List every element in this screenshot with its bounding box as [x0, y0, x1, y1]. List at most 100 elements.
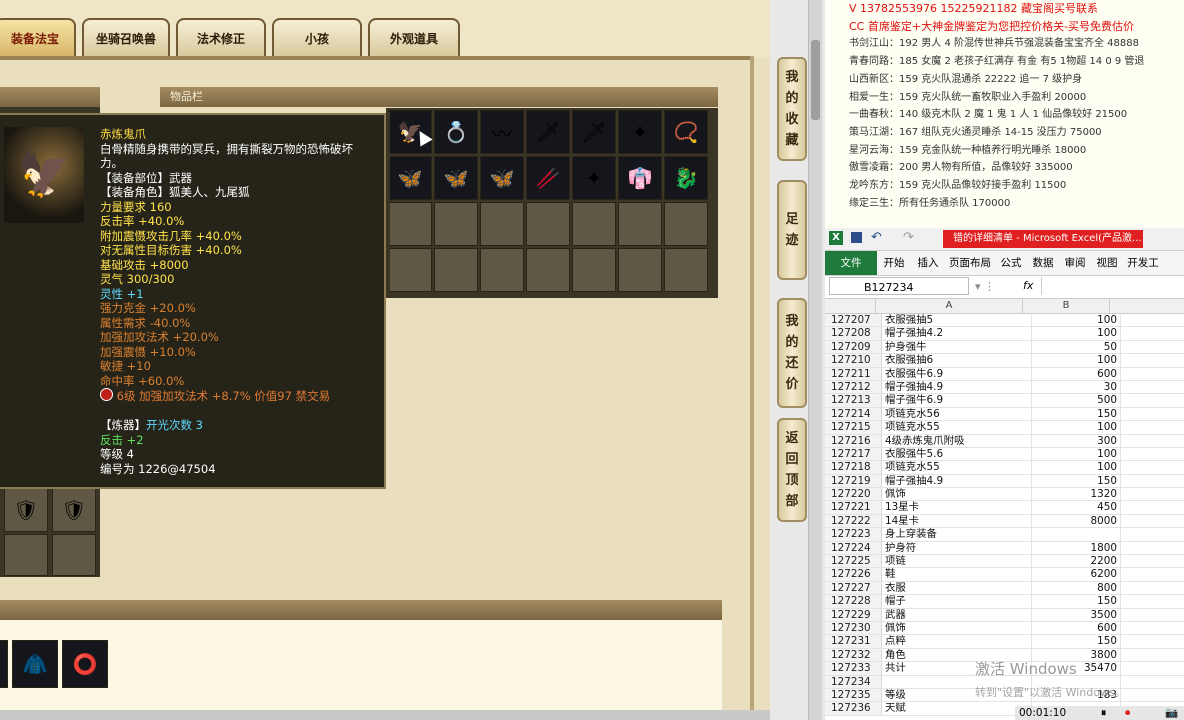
equip-slot[interactable] — [52, 534, 96, 576]
ribbon-tab[interactable]: 开发工 — [1123, 251, 1163, 275]
cell-b[interactable]: 150 — [1032, 474, 1121, 488]
cell-a[interactable]: 帽子 — [882, 595, 1032, 608]
cell-a[interactable]: 帽子强抽4.2 — [882, 327, 1032, 340]
table-row[interactable]: 127230 佩饰 600 — [825, 621, 1184, 636]
row-number[interactable]: 127234 — [825, 675, 882, 688]
save-icon[interactable] — [851, 232, 862, 243]
cell-a[interactable]: 项链克水55 — [882, 461, 1032, 474]
cell-b[interactable]: 600 — [1032, 621, 1121, 635]
table-row[interactable]: 127231 点粹 150 — [825, 635, 1184, 649]
inventory-slot-empty[interactable] — [526, 202, 570, 246]
inventory-slot-empty[interactable] — [434, 202, 478, 246]
redo-icon[interactable]: ↷ — [903, 230, 914, 245]
row-number[interactable]: 127233 — [825, 662, 882, 675]
cell-b[interactable]: 100 — [1032, 314, 1121, 327]
table-row[interactable]: 127228 帽子 150 — [825, 595, 1184, 609]
inventory-slot-empty[interactable] — [618, 248, 662, 292]
cell-b[interactable]: 300 — [1032, 434, 1121, 447]
cell-b[interactable]: 100 — [1032, 421, 1121, 434]
formula-dropdown-icon[interactable]: ▾ ⋮ — [975, 277, 995, 297]
file-tab[interactable]: 文件 — [825, 251, 877, 275]
table-row[interactable]: 127222 14星卡 8000 — [825, 514, 1184, 529]
table-row[interactable]: 127229 武器 3500 — [825, 608, 1184, 622]
inventory-item-staff[interactable]: 🥢 — [526, 156, 570, 200]
appearance-item[interactable] — [0, 640, 8, 688]
row-number[interactable]: 127226 — [825, 568, 882, 581]
table-row[interactable]: 127219 帽子强抽4.9 150 — [825, 474, 1184, 489]
row-number[interactable]: 127219 — [825, 474, 882, 488]
record-icon[interactable]: ⏺ — [1125, 706, 1130, 720]
row-number[interactable]: 127207 — [825, 314, 882, 327]
row-number[interactable]: 127228 — [825, 595, 882, 608]
inventory-item-blade[interactable]: 🗡 — [526, 110, 570, 154]
cell-a[interactable]: 衣服强抽6 — [882, 354, 1032, 367]
row-number[interactable]: 127221 — [825, 501, 882, 514]
cell-a[interactable]: 武器 — [882, 608, 1032, 621]
nav-my-favorites[interactable]: 我的收藏 — [777, 57, 807, 161]
row-number[interactable]: 127223 — [825, 528, 882, 541]
inventory-item-blade[interactable]: 🗡 — [572, 110, 616, 154]
inventory-item-necklace[interactable]: 💍 — [434, 110, 478, 154]
ribbon-tab[interactable]: 开始 — [877, 251, 911, 275]
table-row[interactable]: 127217 衣服强牛5.6 100 — [825, 447, 1184, 462]
cell-b[interactable]: 800 — [1032, 581, 1121, 595]
undo-icon[interactable]: ↶ — [871, 230, 882, 245]
cell-b[interactable]: 100 — [1032, 327, 1121, 340]
cell-b[interactable]: 150 — [1032, 595, 1121, 608]
table-row[interactable]: 127220 佩饰 1320 — [825, 488, 1184, 502]
cell-a[interactable]: 帽子强抽4.9 — [882, 380, 1032, 394]
table-row[interactable]: 127227 衣服 800 — [825, 581, 1184, 596]
cell-a[interactable]: 护身符 — [882, 541, 1032, 555]
tab-appearance[interactable]: 外观道具 — [368, 18, 460, 56]
cell-a[interactable]: 点粹 — [882, 635, 1032, 648]
cell-a[interactable]: 项链克水56 — [882, 407, 1032, 421]
row-number[interactable]: 127213 — [825, 394, 882, 407]
inventory-slot-empty[interactable] — [434, 248, 478, 292]
inventory-slot-empty[interactable] — [618, 202, 662, 246]
table-row[interactable]: 127226 鞋 6200 — [825, 568, 1184, 582]
nav-footprints[interactable]: 足迹 — [777, 180, 807, 280]
equip-slot[interactable] — [4, 534, 48, 576]
corner-cell[interactable] — [825, 299, 876, 313]
equip-slot[interactable]: 🛡 — [52, 488, 96, 532]
cell-b[interactable]: 600 — [1032, 367, 1121, 380]
cell-a[interactable]: 4级赤炼鬼爪附吸 — [882, 434, 1032, 447]
row-number[interactable]: 127217 — [825, 447, 882, 461]
cell-a[interactable]: 佩饰 — [882, 621, 1032, 635]
name-box[interactable]: B127234 — [829, 277, 969, 295]
inventory-slot-empty[interactable] — [664, 248, 708, 292]
cell-a[interactable]: 鞋 — [882, 568, 1032, 581]
browser-scrollbar[interactable] — [808, 0, 822, 720]
inventory-item-amulet[interactable]: ✦ — [572, 156, 616, 200]
cell-a[interactable]: 衣服强抽5 — [882, 314, 1032, 327]
cell-b[interactable]: 6200 — [1032, 568, 1121, 581]
cell-a[interactable]: 衣服强牛6.9 — [882, 367, 1032, 380]
row-number[interactable]: 127229 — [825, 608, 882, 621]
cell-a[interactable]: 身上穿装备 — [882, 528, 1032, 541]
row-number[interactable]: 127220 — [825, 488, 882, 501]
scrollbar-thumb[interactable] — [811, 40, 820, 120]
table-row[interactable]: 127209 护身强牛 50 — [825, 340, 1184, 355]
tab-mounts-pets[interactable]: 坐骑召唤兽 — [82, 18, 170, 56]
cell-b[interactable]: 150 — [1032, 407, 1121, 421]
table-row[interactable]: 127211 衣服强牛6.9 600 — [825, 367, 1184, 381]
inventory-item-robe[interactable]: 👘 — [618, 156, 662, 200]
inventory-item-mask[interactable]: 🦋 — [434, 156, 478, 200]
formula-input[interactable] — [1041, 277, 1182, 295]
cell-b[interactable]: 1320 — [1032, 488, 1121, 501]
camera-icon[interactable]: 📷 — [1165, 706, 1178, 720]
table-row[interactable]: 127223 身上穿装备 — [825, 528, 1184, 542]
row-number[interactable]: 127231 — [825, 635, 882, 648]
tab-child[interactable]: 小孩 — [272, 18, 362, 56]
table-row[interactable]: 127224 护身符 1800 — [825, 541, 1184, 556]
cell-a[interactable]: 14星卡 — [882, 514, 1032, 528]
table-row[interactable]: 127215 项链克水55 100 — [825, 421, 1184, 435]
cell-b[interactable]: 500 — [1032, 394, 1121, 407]
cell-b[interactable]: 150 — [1032, 635, 1121, 648]
row-number[interactable]: 127232 — [825, 648, 882, 662]
equip-slot[interactable]: 🛡 — [4, 488, 48, 532]
row-number[interactable]: 127236 — [825, 702, 882, 715]
cell-b[interactable]: 100 — [1032, 447, 1121, 461]
table-row[interactable]: 127225 项链 2200 — [825, 555, 1184, 569]
ribbon-tab[interactable]: 视图 — [1091, 251, 1123, 275]
